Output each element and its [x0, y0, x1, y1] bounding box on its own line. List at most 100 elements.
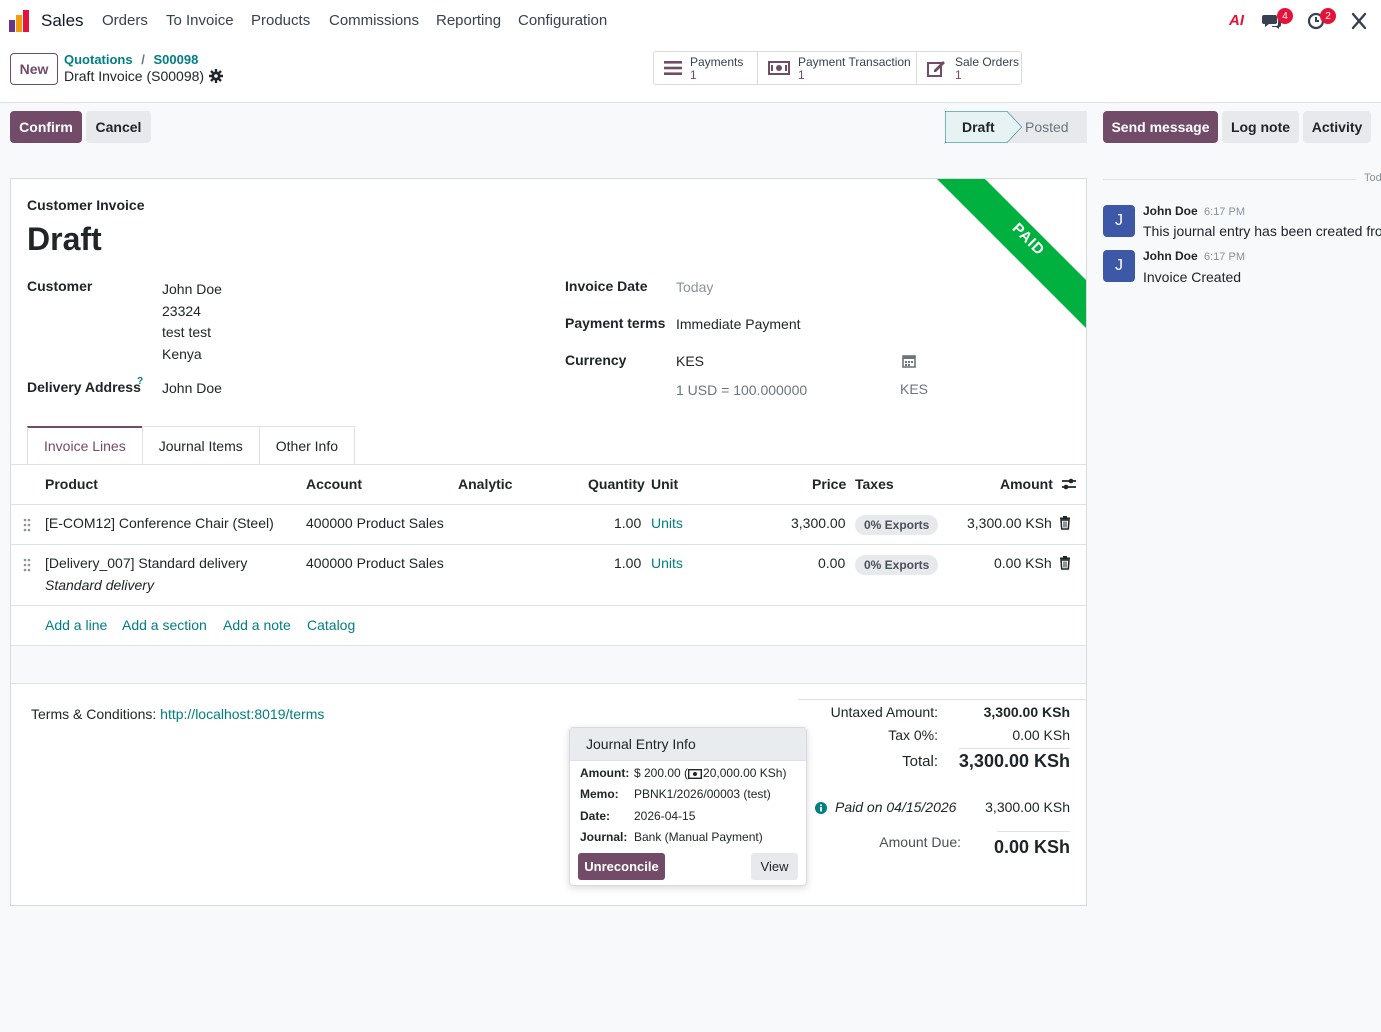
tax-label: Tax 0%:: [888, 727, 938, 743]
column-header-taxes[interactable]: Taxes: [855, 476, 894, 492]
breadcrumb-quotations[interactable]: Quotations: [64, 52, 133, 67]
control-panel: New Quotations / S00098 Draft Invoice (S…: [0, 42, 1381, 103]
trash-icon[interactable]: [1059, 556, 1071, 570]
journal-entry-popover: Journal Entry Info Amount: $ 200.00 ( 20…: [569, 727, 807, 886]
popover-amount-suffix: 20,000.00 KSh): [703, 766, 787, 780]
sale-orders-smart-button[interactable]: Sale Orders 1: [917, 52, 1021, 84]
chatter-date-divider: [1103, 179, 1356, 180]
line-unit[interactable]: Units: [651, 515, 683, 531]
tab-journal-items[interactable]: Journal Items: [141, 426, 260, 464]
amount-due-value: 0.00 KSh: [993, 837, 1070, 857]
breadcrumb: Quotations / S00098: [64, 52, 198, 67]
menu-commissions[interactable]: Commissions: [329, 12, 419, 29]
gear-icon[interactable]: [209, 69, 223, 83]
calendar-icon[interactable]: [902, 354, 916, 368]
info-icon[interactable]: [815, 801, 827, 814]
cancel-button[interactable]: Cancel: [86, 111, 151, 143]
status-bar: Draft Posted: [945, 111, 1087, 143]
status-draft[interactable]: Draft: [962, 119, 995, 135]
column-header-unit[interactable]: Unit: [651, 476, 678, 492]
unreconcile-button[interactable]: Unreconcile: [578, 853, 665, 880]
payment-transaction-count: 1: [798, 67, 805, 82]
popover-journal-label: Journal:: [580, 830, 628, 844]
activity-button[interactable]: Activity: [1303, 111, 1371, 143]
payments-smart-button[interactable]: Payments 1: [654, 52, 758, 84]
customer-name: John Doe: [162, 281, 222, 297]
send-message-button[interactable]: Send message: [1103, 111, 1218, 143]
menu-configuration[interactable]: Configuration: [518, 12, 607, 29]
amount-due-label: Amount Due:: [879, 834, 961, 850]
tab-other-info[interactable]: Other Info: [258, 426, 356, 464]
currency-field[interactable]: KES: [676, 353, 704, 369]
column-header-account[interactable]: Account: [306, 476, 362, 492]
add-section-link[interactable]: Add a section: [122, 617, 207, 633]
paid-on-label: Paid on 04/15/2026: [835, 799, 957, 815]
payments-label: Payments: [690, 54, 744, 69]
payment-transaction-label: Payment Transaction: [798, 54, 911, 69]
add-note-link[interactable]: Add a note: [223, 617, 291, 633]
message-author[interactable]: John Doe: [1143, 204, 1198, 218]
column-header-amount[interactable]: Amount: [1000, 476, 1053, 492]
sales-app-icon[interactable]: [9, 10, 31, 32]
status-posted[interactable]: Posted: [1025, 119, 1069, 135]
column-settings-icon[interactable]: [1061, 477, 1077, 491]
column-header-price[interactable]: Price: [812, 476, 846, 492]
column-header-product[interactable]: Product: [45, 476, 98, 492]
catalog-link[interactable]: Catalog: [307, 617, 355, 633]
avatar[interactable]: J: [1103, 250, 1135, 282]
ai-icon[interactable]: AI: [1229, 12, 1244, 29]
popover-memo-value: PBNK1/2026/00003 (test): [634, 787, 771, 801]
sale-orders-label: Sale Orders: [955, 54, 1020, 69]
list-icon: [664, 60, 682, 76]
table-row[interactable]: [E-COM12] Conference Chair (Steel) 40000…: [11, 505, 1086, 544]
log-note-button[interactable]: Log note: [1222, 111, 1299, 143]
untaxed-amount-value: 3,300.00 KSh: [983, 704, 1070, 720]
line-quantity: 1.00: [614, 555, 642, 571]
breadcrumb-order[interactable]: S00098: [153, 52, 198, 67]
drag-handle-icon[interactable]: [23, 558, 31, 572]
table-row[interactable]: [Delivery_007] Standard delivery Standar…: [11, 545, 1086, 605]
menu-products[interactable]: Products: [251, 12, 310, 29]
popover-date-row: Date: 2026-04-15: [580, 809, 695, 823]
invoice-type: Customer Invoice: [27, 197, 145, 213]
payment-transaction-smart-button[interactable]: Payment Transaction 1: [758, 52, 917, 84]
tax-badge[interactable]: 0% Exports: [855, 555, 939, 575]
menu-reporting[interactable]: Reporting: [436, 12, 501, 29]
view-button[interactable]: View: [751, 853, 798, 880]
menu-orders[interactable]: Orders: [102, 12, 148, 29]
app-name[interactable]: Sales: [41, 11, 84, 31]
message-author[interactable]: John Doe: [1143, 249, 1198, 263]
popover-amount-row: Amount: $ 200.00 ( 20,000.00 KSh): [580, 766, 786, 780]
popover-memo-row: Memo: PBNK1/2026/00003 (test): [580, 787, 771, 801]
exchange-rate: 1 USD = 100.000000: [676, 382, 808, 398]
terms-link[interactable]: http://localhost:8019/terms: [160, 706, 324, 722]
customer-label: Customer: [27, 278, 93, 294]
payment-terms-field[interactable]: Immediate Payment: [676, 316, 801, 332]
tax-badge[interactable]: 0% Exports: [855, 515, 939, 535]
avatar[interactable]: J: [1103, 205, 1135, 237]
confirm-button[interactable]: Confirm: [10, 111, 82, 143]
add-line-link[interactable]: Add a line: [45, 617, 107, 633]
tab-invoice-lines[interactable]: Invoice Lines: [27, 426, 143, 464]
payment-terms-label: Payment terms: [565, 315, 666, 331]
currency-label: Currency: [565, 352, 627, 368]
new-button[interactable]: New: [10, 53, 58, 85]
tools-icon[interactable]: [1351, 12, 1367, 30]
line-amount: 3,300.00 KSh: [967, 515, 1052, 531]
breadcrumb-separator: /: [141, 52, 145, 67]
line-unit[interactable]: Units: [651, 555, 683, 571]
delivery-address-field[interactable]: John Doe: [162, 380, 222, 396]
help-tooltip-icon[interactable]: ?: [137, 376, 143, 387]
trash-icon[interactable]: [1059, 516, 1071, 530]
line-account: 400000 Product Sales: [306, 515, 444, 531]
record-title: Draft Invoice (S00098): [64, 68, 205, 84]
drag-handle-icon[interactable]: [23, 518, 31, 532]
terms-label: Terms & Conditions:: [31, 706, 157, 722]
tax-value: 0.00 KSh: [1012, 727, 1070, 743]
column-header-quantity[interactable]: Quantity: [588, 476, 645, 492]
terms-conditions: Terms & Conditions: http://localhost:801…: [31, 706, 324, 722]
column-header-analytic[interactable]: Analytic: [458, 476, 512, 492]
customer-field[interactable]: John Doe 23324 test test Kenya: [162, 279, 222, 365]
invoice-date-field[interactable]: Today: [676, 279, 713, 295]
menu-to-invoice[interactable]: To Invoice: [166, 12, 234, 29]
